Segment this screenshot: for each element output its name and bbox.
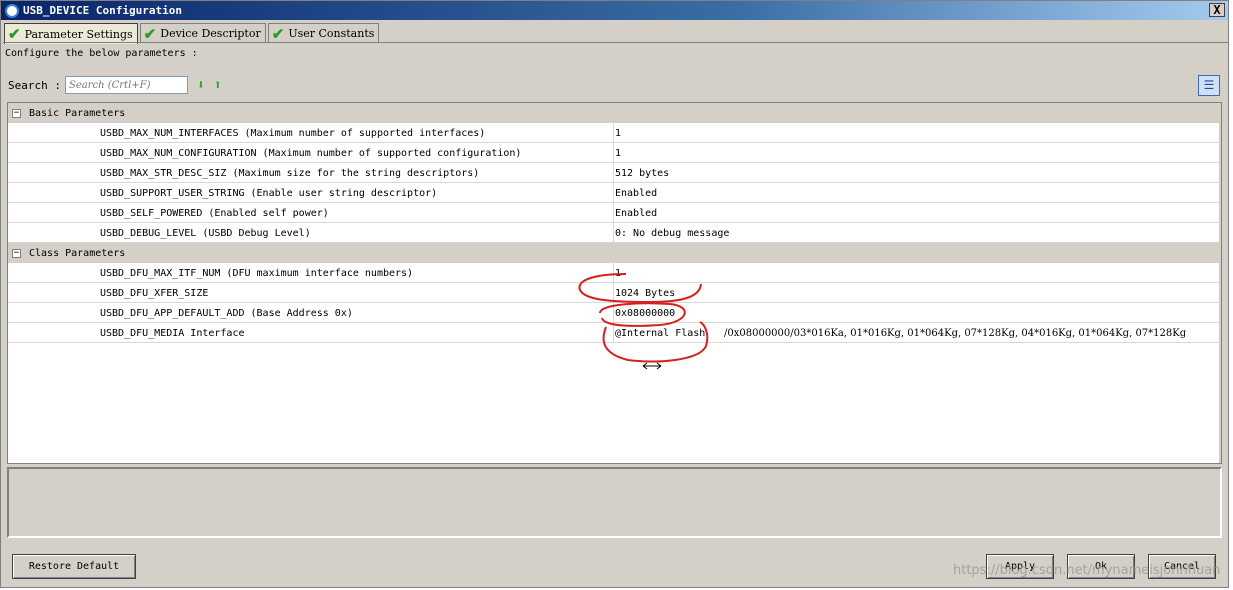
close-button[interactable]: X xyxy=(1209,3,1225,17)
column-divider xyxy=(613,223,614,243)
watermark: https://blog.csdn.net/mynameisjohnhuan xyxy=(953,563,1221,578)
search-label: Search : xyxy=(8,78,61,92)
table-row[interactable]: USBD_DFU_MEDIA Interface @Internal Flash… xyxy=(8,323,1220,343)
green-check-icon: ✔ xyxy=(143,24,157,43)
tab-parameter-settings[interactable]: ✔ Parameter Settings xyxy=(4,23,138,44)
param-name: USBD_DFU_MAX_ITF_NUM (DFU maximum interf… xyxy=(100,268,414,279)
group-label: Basic Parameters xyxy=(29,107,126,119)
table-row[interactable]: USBD_DEBUG_LEVEL (USBD Debug Level) 0: N… xyxy=(8,223,1220,243)
description-panel xyxy=(7,467,1222,538)
param-value[interactable]: 1024 Bytes xyxy=(615,288,675,299)
column-divider xyxy=(613,203,614,223)
param-name: USBD_DEBUG_LEVEL (USBD Debug Level) xyxy=(100,228,311,239)
search-row: Search : ⬇ ⬆ xyxy=(8,76,222,94)
green-check-icon: ✔ xyxy=(8,25,21,43)
table-row[interactable]: USBD_DFU_MAX_ITF_NUM (DFU maximum interf… xyxy=(8,263,1220,283)
window-title: USB_DEVICE Configuration xyxy=(23,4,182,17)
param-value[interactable]: 1 xyxy=(615,268,621,279)
group-basic-parameters[interactable]: − Basic Parameters xyxy=(8,103,1220,123)
tab-bar: ✔ Parameter Settings ✔ Device Descriptor… xyxy=(4,23,381,44)
param-name: USBD_DFU_APP_DEFAULT_ADD (Base Address 0… xyxy=(100,308,353,319)
column-divider xyxy=(613,303,614,323)
param-value[interactable]: 0: No debug message xyxy=(615,228,729,239)
column-divider xyxy=(613,283,614,303)
param-name: USBD_SUPPORT_USER_STRING (Enable user st… xyxy=(100,188,438,199)
title-bar[interactable]: USB_DEVICE Configuration X xyxy=(1,1,1228,20)
param-name: USBD_DFU_MEDIA Interface xyxy=(100,328,245,339)
tab-label: Parameter Settings xyxy=(24,27,133,41)
app-icon xyxy=(5,3,19,18)
param-value[interactable]: 1 xyxy=(615,128,621,139)
list-view-icon[interactable]: ☰ xyxy=(1198,75,1220,96)
table-row[interactable]: USBD_SELF_POWERED (Enabled self power) E… xyxy=(8,203,1220,223)
configure-text: Configure the below parameters : xyxy=(5,48,198,59)
param-value[interactable]: 1 xyxy=(615,148,621,159)
tab-user-constants[interactable]: ✔ User Constants xyxy=(267,23,380,43)
tab-device-descriptor[interactable]: ✔ Device Descriptor xyxy=(139,23,266,43)
table-row[interactable]: USBD_DFU_APP_DEFAULT_ADD (Base Address 0… xyxy=(8,303,1220,323)
param-value[interactable]: Enabled xyxy=(615,188,657,199)
table-row[interactable]: USBD_MAX_NUM_INTERFACES (Maximum number … xyxy=(8,123,1220,143)
column-divider xyxy=(613,163,614,183)
param-value[interactable]: 512 bytes xyxy=(615,168,669,179)
column-divider xyxy=(613,323,614,343)
table-row[interactable]: USBD_SUPPORT_USER_STRING (Enable user st… xyxy=(8,183,1220,203)
search-input[interactable] xyxy=(64,76,188,94)
green-check-icon: ✔ xyxy=(271,24,285,43)
column-divider xyxy=(613,263,614,283)
arrow-down-icon[interactable]: ⬇ xyxy=(197,78,205,93)
table-row[interactable]: USBD_MAX_STR_DESC_SIZ (Maximum size for … xyxy=(8,163,1220,183)
parameter-grid: − Basic Parameters USBD_MAX_NUM_INTERFAC… xyxy=(7,102,1222,464)
param-name: USBD_SELF_POWERED (Enabled self power) xyxy=(100,208,329,219)
param-name: USBD_MAX_NUM_CONFIGURATION (Maximum numb… xyxy=(100,148,522,159)
group-label: Class Parameters xyxy=(29,247,126,259)
group-class-parameters[interactable]: − Class Parameters xyxy=(8,243,1220,263)
table-row[interactable]: USBD_DFU_XFER_SIZE 1024 Bytes xyxy=(8,283,1220,303)
param-name: USBD_MAX_STR_DESC_SIZ (Maximum size for … xyxy=(100,168,480,179)
column-divider xyxy=(613,123,614,143)
param-name: USBD_MAX_NUM_INTERFACES (Maximum number … xyxy=(100,128,486,139)
param-value[interactable]: @Internal Flash xyxy=(615,328,705,339)
restore-default-button[interactable]: Restore Default xyxy=(12,554,136,579)
tab-label: User Constants xyxy=(288,27,375,40)
tab-label: Device Descriptor xyxy=(160,27,261,40)
param-value-detail[interactable]: /0x08000000/03*016Ka, 01*016Kg, 01*064Kg… xyxy=(724,328,1186,339)
column-divider xyxy=(613,183,614,203)
table-row[interactable]: USBD_MAX_NUM_CONFIGURATION (Maximum numb… xyxy=(8,143,1220,163)
grid-edge xyxy=(1219,103,1221,463)
button-label: Restore Default xyxy=(28,561,120,572)
config-window: USB_DEVICE Configuration X ✔ Parameter S… xyxy=(0,0,1229,588)
param-name: USBD_DFU_XFER_SIZE xyxy=(100,288,209,299)
param-value[interactable]: 0x08000000 xyxy=(615,308,675,319)
collapse-icon[interactable]: − xyxy=(12,108,21,118)
param-value[interactable]: Enabled xyxy=(615,208,657,219)
column-divider xyxy=(613,143,614,163)
arrow-up-icon[interactable]: ⬆ xyxy=(214,78,222,93)
collapse-icon[interactable]: − xyxy=(12,248,21,258)
